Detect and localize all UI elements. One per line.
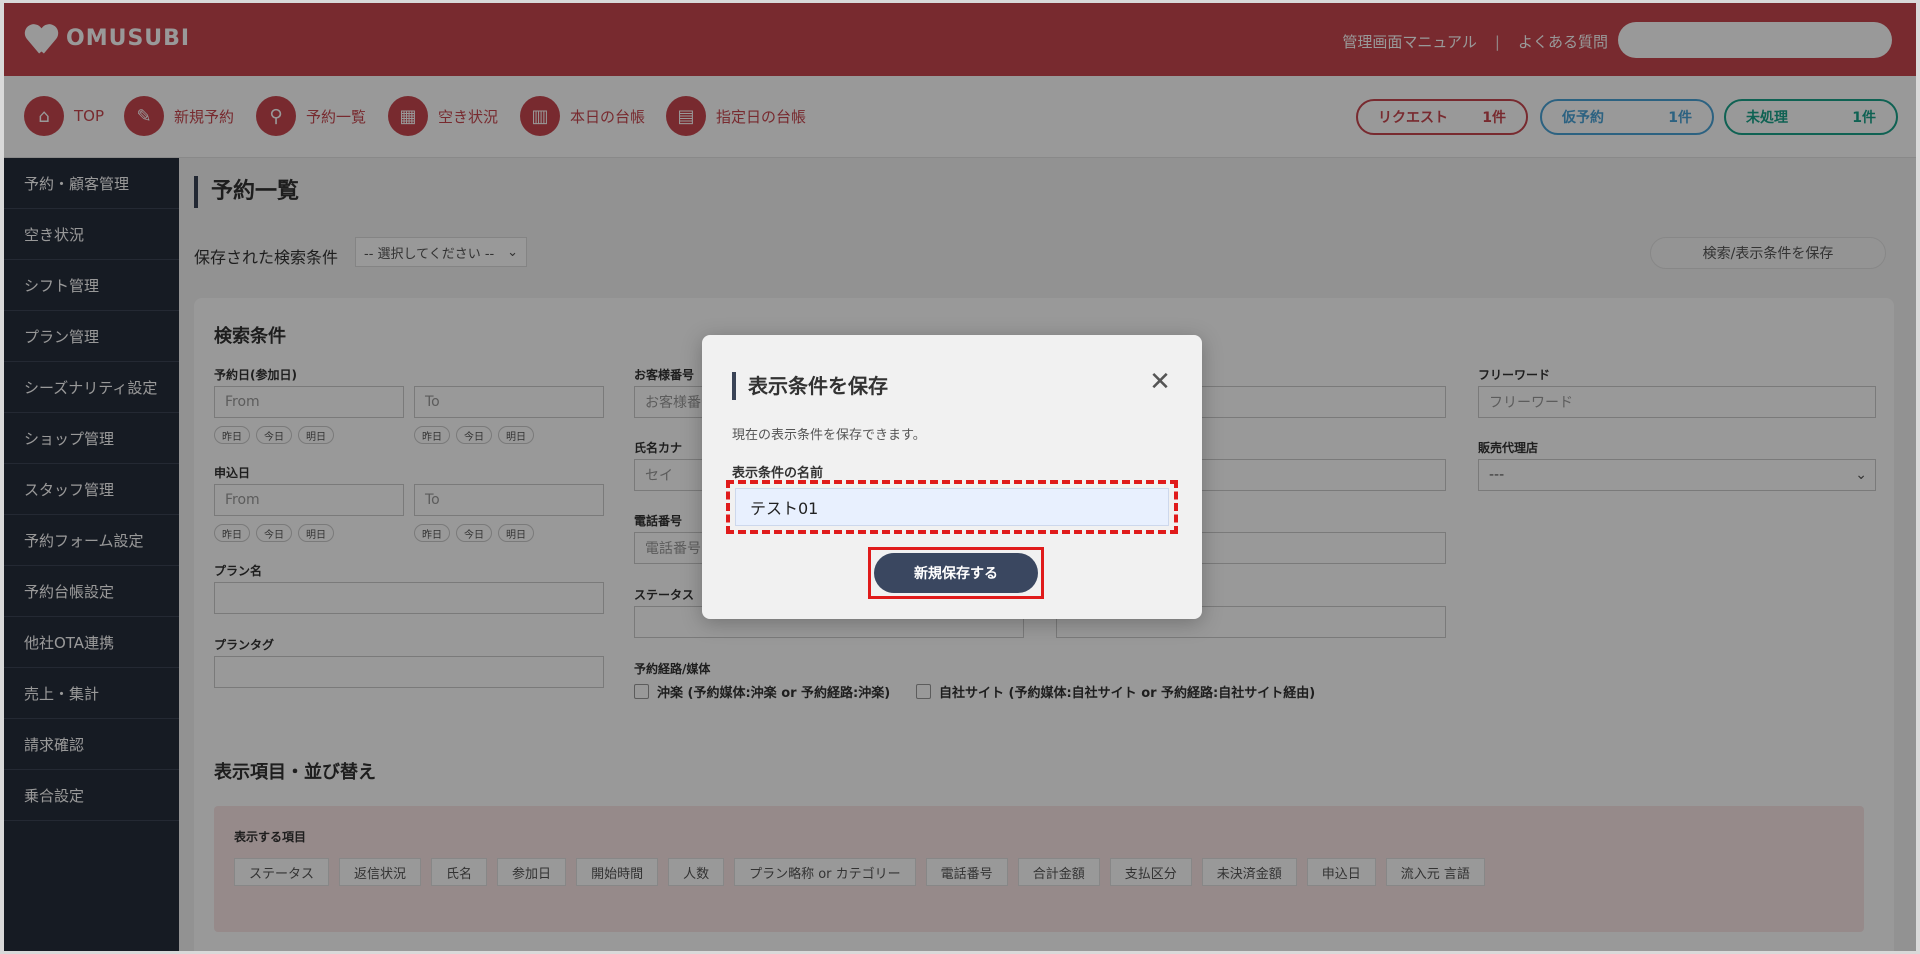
modal-title: 表示条件を保存 [732,372,888,400]
condition-name-input[interactable]: テスト01 [735,488,1169,526]
save-button-highlight: 新規保存する [868,547,1044,599]
app-window: OMUSUBI 管理画面マニュアル | よくある質問 ⌂ TOP ✎ 新規予約 … [4,3,1916,951]
new-save-button[interactable]: 新規保存する [874,553,1038,593]
close-icon[interactable]: ✕ [1148,369,1172,395]
save-conditions-modal: 表示条件を保存 ✕ 現在の表示条件を保存できます。 表示条件の名前 テスト01 … [702,335,1202,619]
condition-name-highlight: テスト01 [726,480,1178,534]
condition-name-label: 表示条件の名前 [732,466,824,481]
modal-description: 現在の表示条件を保存できます。 [732,428,926,443]
